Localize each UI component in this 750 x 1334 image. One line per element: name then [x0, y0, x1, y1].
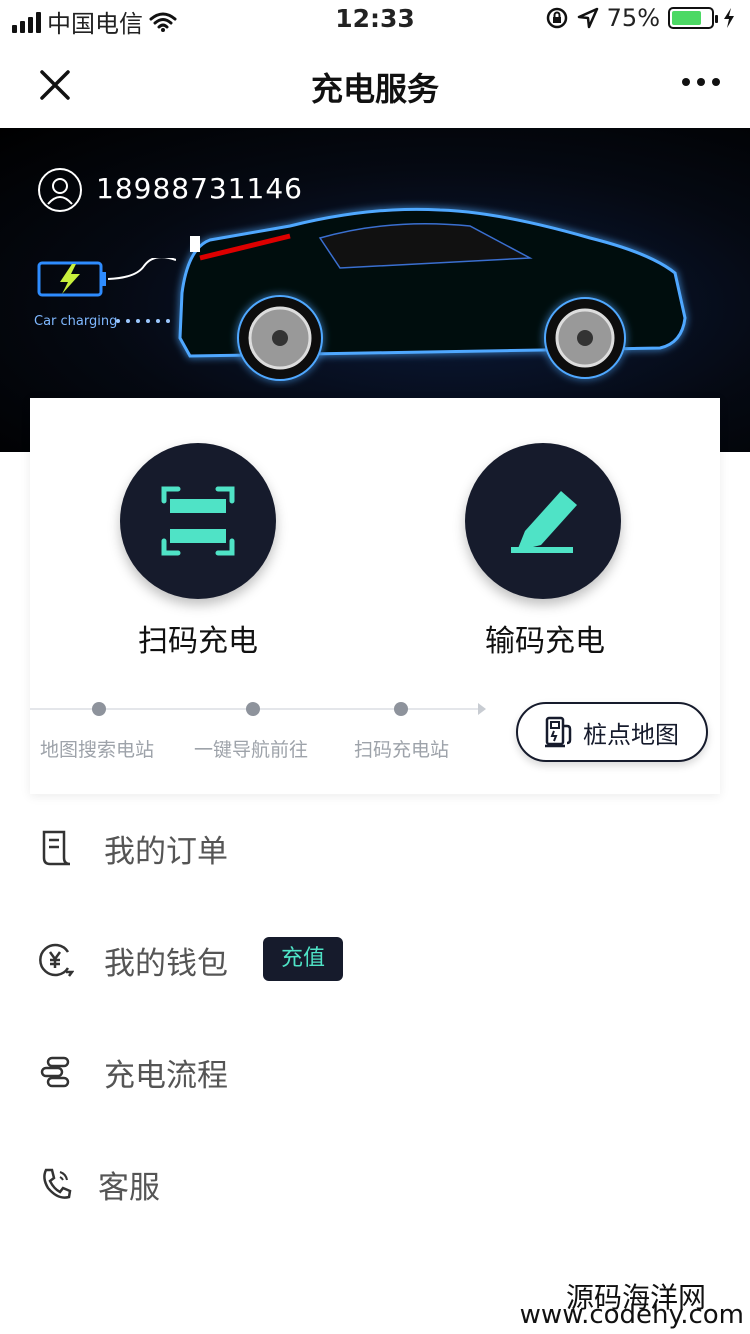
status-right: 75%	[545, 4, 736, 32]
watermark-url: www.codehy.com	[519, 1300, 744, 1330]
battery-fill	[672, 11, 701, 25]
charging-pile-icon	[545, 716, 572, 748]
avatar[interactable]	[38, 168, 82, 212]
steps-arrow-icon	[478, 703, 486, 715]
step-dot	[394, 702, 408, 716]
step-dot	[92, 702, 106, 716]
battery-charging-graphic	[37, 258, 176, 297]
nav-bar: 充电服务	[0, 40, 750, 128]
battery-icon	[668, 7, 718, 29]
step-dot	[246, 702, 260, 716]
car-illustration	[178, 207, 687, 381]
scan-charge-button[interactable]	[120, 443, 276, 599]
scan-icon	[161, 486, 235, 556]
input-code-label: 输码充电	[485, 624, 605, 659]
step-label: 一键导航前往	[194, 739, 309, 761]
charging-dots	[116, 319, 170, 323]
scan-charge-label: 扫码充电	[138, 624, 258, 659]
pencil-icon	[511, 491, 577, 553]
menu-label: 我的订单	[104, 834, 228, 870]
step-label: 地图搜索电站	[40, 739, 155, 761]
rotation-lock-icon	[546, 7, 567, 29]
map-button-label: 桩点地图	[583, 720, 679, 749]
map-button[interactable]: 桩点地图	[516, 702, 708, 762]
menu-label: 充电流程	[104, 1058, 228, 1094]
recharge-badge[interactable]: 充值	[263, 937, 343, 981]
menu-item-wallet[interactable]: 我的钱包 充值	[0, 916, 750, 1006]
menu-item-orders[interactable]: 我的订单	[0, 804, 750, 894]
menu-item-service[interactable]: 客服	[0, 1140, 750, 1230]
location-arrow-icon	[577, 7, 598, 29]
charging-card: 扫码充电 输码充电 地图搜索电站 一键导航前往 扫码充电站 桩点地图	[30, 398, 720, 794]
step-label: 扫码充电站	[354, 739, 450, 761]
charging-bolt-icon	[724, 8, 734, 28]
status-bar: 中国电信 12:33 75%	[0, 0, 750, 40]
menu-label: 客服	[98, 1170, 160, 1206]
more-icon[interactable]	[682, 78, 720, 86]
menu-label: 我的钱包	[104, 946, 228, 982]
battery-percent: 75%	[606, 4, 660, 32]
wallet-yuan-icon	[39, 943, 74, 977]
receipt-icon	[42, 830, 71, 866]
phone-call-icon	[43, 1168, 72, 1199]
input-code-button[interactable]	[465, 443, 621, 599]
charging-text: Car charging	[34, 314, 118, 329]
page-title: 充电服务	[310, 70, 439, 108]
menu-item-process[interactable]: 充电流程	[0, 1028, 750, 1118]
flow-icon	[40, 1056, 70, 1088]
